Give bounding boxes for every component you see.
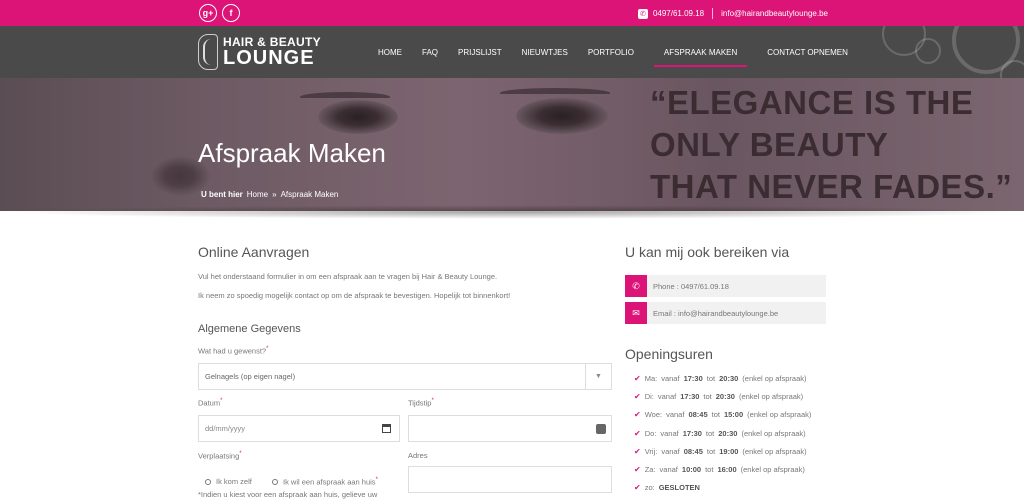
phone-icon: ✆ [625,275,647,297]
radio-home[interactable]: Ik wil een afspraak aan huis* [272,477,378,487]
form-intro-1: Vul het onderstaand formulier in om een … [198,272,498,281]
hours-row: ✔ Di: vanaf 17:30 tot 20:30 (enkel op afspraa… [634,392,804,401]
check-icon: ✔ [634,483,641,492]
hero-banner: Afspraak Maken U bent hier Home » Afspra… [0,78,1024,211]
time-label: Tijdstip* [408,398,434,408]
top-phone[interactable]: 0497/61.09.18 [653,9,704,18]
calendar-icon[interactable] [382,424,391,433]
hero-shadow [0,205,1024,219]
address-input[interactable] [408,466,612,493]
hours-heading: Openingsuren [625,346,713,362]
menu-item-faq[interactable]: FAQ [422,42,438,63]
google-plus-icon[interactable]: g+ [199,4,217,22]
wish-label: Wat had u gewenst?* [198,346,269,356]
radio-button[interactable] [205,478,211,485]
check-icon: ✔ [634,465,641,474]
hours-row: ✔ Woe: vanaf 08:45 tot 15:00 (enkel op afspra… [634,410,812,419]
quote-line: “ELEGANCE IS THE [650,84,974,121]
radio-home-label: Ik wil een afspraak aan huis* [283,477,378,487]
top-contact: ✆ 0497/61.09.18 info@hairandbeautylounge… [637,8,828,19]
address-label: Adres [408,451,428,460]
menu-item-prijslijst[interactable]: PRIJSLIJST [458,42,502,63]
hero-decor [318,100,398,134]
page-title: Afspraak Maken [198,138,386,168]
quote-line: ONLY BEAUTY [650,126,889,163]
radio-button[interactable] [272,478,278,485]
date-label: Datum* [198,398,223,408]
section-heading: Algemene Gegevens [198,323,301,335]
time-input[interactable] [408,415,612,442]
hours-row: ✔ Ma: vanaf 17:30 tot 20:30 (enkel op afspraa… [634,374,807,383]
date-input[interactable]: dd/mm/yyyy [198,415,400,442]
phone-icon: ✆ [637,8,648,19]
quote-line: THAT NEVER FADES.” [650,168,1013,205]
contact-email[interactable]: Email : info@hairandbeautylounge.be [653,309,778,318]
hero-decor [500,88,610,98]
decor-circle [915,38,941,64]
facebook-icon[interactable]: f [222,4,240,22]
wish-value: Gelnagels (op eigen nagel) [205,372,296,381]
date-placeholder: dd/mm/yyyy [205,424,246,433]
breadcrumb-home[interactable]: Home [247,190,268,199]
logo[interactable]: HAIR & BEAUTY LOUNGE [198,34,321,70]
check-icon: ✔ [634,447,641,456]
hours-row: ✔ Za: vanaf 10:00 tot 16:00 (enkel op afspraa… [634,465,805,474]
breadcrumb-current: Afspraak Maken [280,190,339,199]
contact-email-row: ✉ Email : info@hairandbeautylounge.be [625,302,826,324]
menu-item-portfolio[interactable]: PORTFOLIO [588,42,634,63]
time-picker-icon[interactable] [596,424,606,434]
check-icon: ✔ [634,410,641,419]
logo-line2: LOUNGE [223,47,315,69]
chevron-down-icon: ▼ [585,364,611,389]
check-icon: ✔ [634,374,641,383]
hours-row: ✔ Do: vanaf 17:30 tot 20:30 (enkel op afspraa… [634,429,806,438]
top-email[interactable]: info@hairandbeautylounge.be [721,9,828,18]
main-nav: HAIR & BEAUTY LOUNGE HOME FAQ PRIJSLIJST… [0,26,1024,78]
menu-item-nieuwtjes[interactable]: NIEUWTJES [522,42,568,63]
radio-self[interactable]: Ik kom zelf [205,477,252,486]
menu-item-contact-opnemen[interactable]: CONTACT OPNEMEN [767,42,848,63]
hero-decor [516,98,608,134]
breadcrumb-separator: » [272,190,277,199]
reach-heading: U kan mij ook bereiken via [625,244,790,260]
contact-phone[interactable]: Phone : 0497/61.09.18 [653,282,729,291]
radio-self-label: Ik kom zelf [216,477,252,486]
home-note: *Indien u kiest voor een afspraak aan hu… [198,490,378,499]
hero-quote: “ELEGANCE IS THE ONLY BEAUTY THAT NEVER … [650,82,1012,208]
hours-row: ✔ Vrij: vanaf 08:45 tot 19:00 (enkel op afspr… [634,447,807,456]
envelope-icon: ✉ [625,302,647,324]
check-icon: ✔ [634,392,641,401]
wish-select[interactable]: Gelnagels (op eigen nagel) ▼ [198,363,612,390]
logo-face-icon [198,34,218,70]
menu-item-afspraak-maken[interactable]: AFSPRAAK MAKEN [653,42,748,67]
breadcrumb: U bent hier Home » Afspraak Maken [201,190,338,199]
contact-phone-row: ✆ Phone : 0497/61.09.18 [625,275,826,297]
menu: HOME FAQ PRIJSLIJST NIEUWTJES PORTFOLIO … [368,26,858,78]
form-heading: Online Aanvragen [198,244,310,260]
divider [712,8,714,19]
form-intro-2: Ik neem zo spoedig mogelijk contact op o… [198,291,511,300]
top-bar: g+ f ✆ 0497/61.09.18 info@hairandbeautyl… [0,0,1024,26]
breadcrumb-prefix: U bent hier [201,190,243,199]
check-icon: ✔ [634,429,641,438]
move-label: Verplaatsing* [198,451,242,461]
menu-item-home[interactable]: HOME [378,42,402,63]
hours-row: ✔ zo: GESLOTEN [634,483,700,492]
